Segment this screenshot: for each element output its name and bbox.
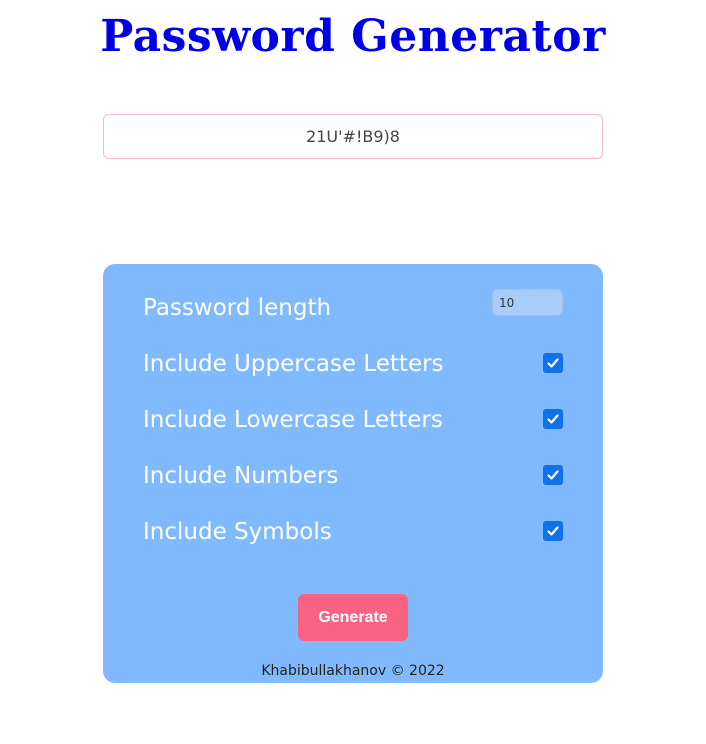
generate-button[interactable]: Generate — [298, 594, 408, 641]
checkmark-icon — [547, 414, 559, 424]
uppercase-option-label: Include Uppercase Letters — [143, 351, 444, 377]
uppercase-checkbox[interactable] — [543, 353, 563, 373]
numbers-option-label: Include Numbers — [143, 463, 339, 489]
checkmark-icon — [547, 470, 559, 480]
checkmark-icon — [547, 526, 559, 536]
lowercase-option-label: Include Lowercase Letters — [143, 407, 443, 433]
checkmark-icon — [547, 358, 559, 368]
password-length-label: Password length — [143, 295, 332, 321]
footer-copyright: Khabibullakhanov © 2022 — [261, 663, 445, 679]
password-output[interactable]: 21U'#!B9)8 — [103, 114, 603, 159]
numbers-checkbox[interactable] — [543, 465, 563, 485]
password-length-input[interactable]: 10 — [492, 289, 563, 316]
page-title: Password Generator — [100, 11, 606, 62]
lowercase-checkbox[interactable] — [543, 409, 563, 429]
settings-panel: Password length 10 Include Uppercase Let… — [103, 264, 603, 683]
symbols-option-label: Include Symbols — [143, 519, 332, 545]
password-length-value: 10 — [499, 295, 515, 310]
symbols-checkbox[interactable] — [543, 521, 563, 541]
password-text: 21U'#!B9)8 — [306, 127, 400, 146]
